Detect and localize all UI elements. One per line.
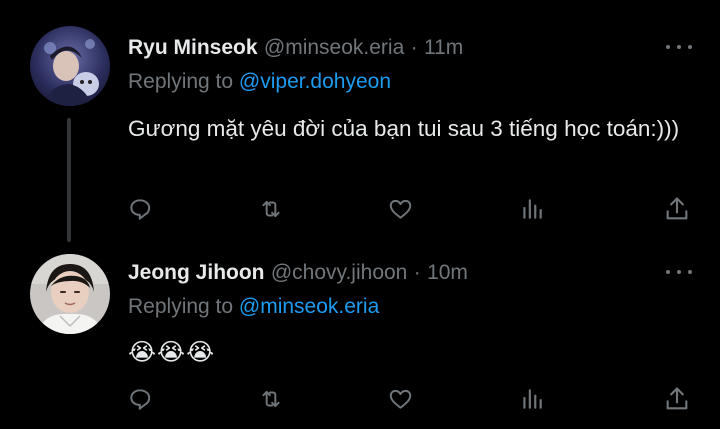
replying-to: Replying to @minseok.eria — [128, 295, 379, 319]
handle[interactable]: @minseok.eria — [264, 36, 404, 59]
views-icon[interactable] — [517, 194, 547, 224]
replying-to-label: Replying to — [128, 295, 239, 318]
tweet-header: Ryu Minseok @minseok.eria · 11m — [128, 30, 463, 64]
replying-to-mention[interactable]: @viper.dohyeon — [239, 70, 391, 93]
replying-to-mention[interactable]: @minseok.eria — [239, 295, 379, 318]
like-icon[interactable] — [385, 384, 415, 414]
retweet-icon[interactable] — [256, 194, 286, 224]
more-options-icon[interactable] — [666, 37, 692, 57]
tweet-text: 😭😭😭 — [128, 339, 216, 366]
like-icon[interactable] — [385, 194, 415, 224]
views-icon[interactable] — [517, 384, 547, 414]
avatar[interactable] — [30, 26, 110, 106]
share-icon[interactable] — [662, 384, 692, 414]
tweet-jeong-jihoon[interactable]: Jeong Jihoon @chovy.jihoon · 10m Replyin… — [0, 243, 720, 429]
tweet-actions — [0, 194, 720, 224]
replying-to: Replying to @viper.dohyeon — [128, 70, 391, 94]
more-options-icon[interactable] — [666, 262, 692, 282]
separator-dot: · — [410, 36, 418, 59]
reply-icon[interactable] — [125, 384, 155, 414]
handle[interactable]: @chovy.jihoon — [271, 261, 408, 284]
tweet-header: Jeong Jihoon @chovy.jihoon · 10m — [128, 255, 468, 289]
avatar[interactable] — [30, 254, 110, 334]
replying-to-label: Replying to — [128, 70, 239, 93]
tweet-ryu-minseok[interactable]: Ryu Minseok @minseok.eria · 11m Replying… — [0, 0, 720, 243]
display-name[interactable]: Ryu Minseok — [128, 36, 258, 59]
reply-icon[interactable] — [125, 194, 155, 224]
timestamp[interactable]: 11m — [424, 36, 463, 59]
share-icon[interactable] — [662, 194, 692, 224]
retweet-icon[interactable] — [256, 384, 286, 414]
tweet-text: Gương mặt yêu đời của bạn tui sau 3 tiến… — [128, 116, 680, 141]
tweet-actions — [0, 384, 720, 414]
display-name[interactable]: Jeong Jihoon — [128, 261, 265, 284]
timestamp[interactable]: 10m — [427, 261, 468, 284]
separator-dot: · — [413, 261, 421, 284]
